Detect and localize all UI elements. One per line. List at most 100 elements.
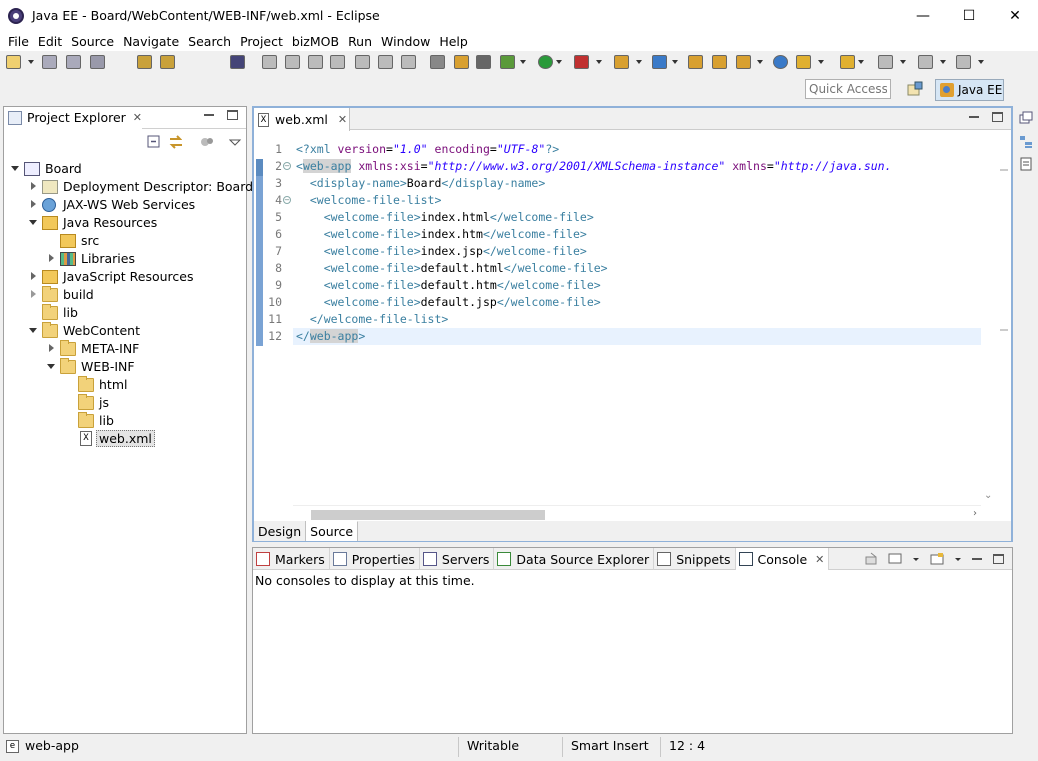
chevron-down-icon[interactable] [818,60,824,64]
menu-edit[interactable]: Edit [34,34,66,49]
minimize-editor-icon[interactable] [969,112,980,123]
vertical-scrollbar[interactable]: ⌄ [981,131,998,505]
tree-item[interactable]: build [4,285,244,303]
code-line[interactable]: <welcome-file>default.html</welcome-file… [293,260,981,277]
tree-item[interactable]: src [4,231,244,249]
skip-breakpoints-icon[interactable] [230,55,245,69]
code-line[interactable]: <display-name>Board</display-name> [293,175,981,192]
forward-icon[interactable] [956,55,971,69]
chevron-down-icon[interactable] [757,60,763,64]
maximize-button[interactable]: ☐ [946,0,992,31]
chevron-right-icon[interactable] [31,272,36,280]
chevron-down-icon[interactable] [29,328,37,333]
tab-snippets[interactable]: Snippets [654,548,736,570]
open-perspective-icon[interactable] [907,81,923,97]
menu-file[interactable]: File [4,34,33,49]
tree-item[interactable]: META-INF [4,339,244,357]
open-resource-icon[interactable] [160,55,175,69]
step-into-icon[interactable] [355,55,370,69]
quick-access-input[interactable] [805,79,891,99]
tab-properties[interactable]: Properties [330,548,420,570]
save-icon[interactable] [42,55,57,69]
maximize-editor-icon[interactable] [992,112,1003,122]
tree-item[interactable]: Xweb.xml [4,429,244,447]
external-tools-icon[interactable] [614,55,629,69]
tree-item[interactable]: Libraries [4,249,244,267]
task-list-icon[interactable] [1019,157,1033,171]
open-folder-icon[interactable] [688,55,703,69]
open-console-icon[interactable] [930,552,944,566]
display-console-icon[interactable] [888,552,902,566]
next-annotation-icon[interactable] [796,55,811,69]
tree-item[interactable]: Deployment Descriptor: Board [4,177,253,195]
tree-item[interactable]: JAX-WS Web Services [4,195,244,213]
code-line[interactable]: </welcome-file-list> [293,311,981,328]
chevron-down-icon[interactable] [520,60,526,64]
chevron-right-icon[interactable] [31,182,36,190]
disconnect-icon[interactable] [330,55,345,69]
tree-item[interactable]: Java Resources [4,213,244,231]
new-server-icon[interactable] [652,55,667,69]
chevron-down-icon[interactable] [11,166,19,171]
chevron-right-icon[interactable] [49,344,54,352]
run-icon[interactable] [538,55,553,69]
code-line[interactable]: <welcome-file>index.html</welcome-file> [293,209,981,226]
chevron-right-icon[interactable] [31,200,36,208]
menu-project[interactable]: Project [236,34,287,49]
tree-item[interactable]: JavaScript Resources [4,267,244,285]
outline-icon[interactable] [1019,135,1033,149]
next-edit-icon[interactable] [840,55,855,69]
tree-item[interactable]: WebContent [4,321,244,339]
menu-run[interactable]: Run [344,34,376,49]
tab-source[interactable]: Source [306,521,359,541]
tree-item[interactable]: Board [4,159,244,177]
chevron-down-icon[interactable] [858,60,864,64]
tab-servers[interactable]: Servers [420,548,495,570]
view-menu-icon[interactable] [229,135,243,149]
code-line[interactable]: <welcome-file>default.htm</welcome-file> [293,277,981,294]
step-return-icon[interactable] [401,55,416,69]
chevron-down-icon[interactable] [556,60,562,64]
tree-item[interactable]: WEB-INF [4,357,244,375]
chevron-down-icon[interactable] [978,60,984,64]
chevron-down-icon[interactable] [912,552,920,566]
globe-icon[interactable] [773,55,788,69]
last-edit-icon[interactable] [878,55,893,69]
open-type-icon[interactable] [137,55,152,69]
tree-item[interactable]: lib [4,411,244,429]
coverage-icon[interactable] [574,55,589,69]
code-line[interactable]: <welcome-file>index.jsp</welcome-file> [293,243,981,260]
collapse-all-icon[interactable] [147,135,161,149]
maximize-view-icon[interactable] [227,110,238,120]
chevron-down-icon[interactable] [47,364,55,369]
menu-search[interactable]: Search [184,34,235,49]
settings-gear-icon[interactable] [476,55,491,69]
print-icon[interactable] [90,55,105,69]
debug-icon[interactable] [500,55,515,69]
menu-navigate[interactable]: Navigate [119,34,183,49]
code-line[interactable]: <welcome-file>default.jsp</welcome-file> [293,294,981,311]
scrollbar-thumb[interactable] [311,510,545,520]
use-step-filters-icon[interactable] [454,55,469,69]
tab-web-xml[interactable]: X web.xml ✕ [254,108,350,131]
chevron-down-icon[interactable] [954,552,962,566]
close-icon[interactable]: ✕ [338,113,347,126]
overview-ruler[interactable] [998,131,1011,505]
drop-to-frame-icon[interactable] [430,55,445,69]
tab-design[interactable]: Design [254,521,307,541]
menu-source[interactable]: Source [67,34,118,49]
new-icon[interactable] [6,55,21,69]
resume-icon[interactable] [262,55,277,69]
code-text-area[interactable]: <?xml version="1.0" encoding="UTF-8"?> <w… [293,131,981,505]
scroll-right-icon[interactable]: › [973,508,977,519]
horizontal-scrollbar[interactable]: › [293,505,981,522]
pen-tool-icon[interactable] [736,55,751,69]
code-line[interactable]: <welcome-file>index.htm</welcome-file> [293,226,981,243]
tab-markers[interactable]: Markers [253,548,330,570]
menu-window[interactable]: Window [377,34,434,49]
tree-item[interactable]: html [4,375,244,393]
tab-data-source-explorer[interactable]: Data Source Explorer [494,548,655,570]
close-icon[interactable]: ✕ [815,553,824,566]
chevron-down-icon[interactable] [900,60,906,64]
chevron-right-icon[interactable] [31,290,36,298]
